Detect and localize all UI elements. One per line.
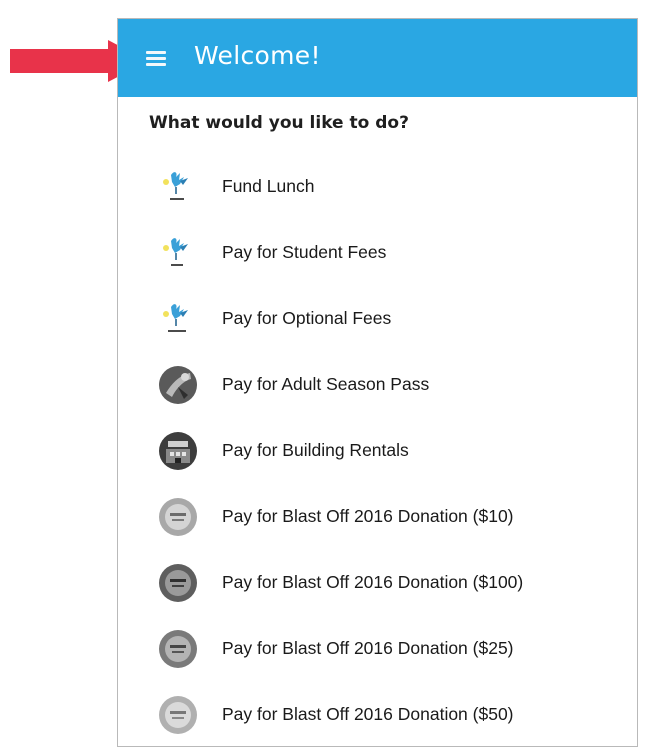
list-item-student-fees[interactable]: Pay for Student Fees (118, 220, 637, 286)
list-item-donation-10[interactable]: Pay for Blast Off 2016 Donation ($10) (118, 484, 637, 550)
list-item-building-rentals[interactable]: Pay for Building Rentals (118, 418, 637, 484)
list-item-donation-100[interactable]: Pay for Blast Off 2016 Donation ($100) (118, 550, 637, 616)
photo-avatar (159, 366, 197, 404)
list-item-label: Pay for Optional Fees (222, 308, 392, 328)
page-title: Welcome! (194, 41, 321, 70)
list-item-optional-fees[interactable]: Pay for Optional Fees (118, 286, 637, 352)
list-item-label: Pay for Blast Off 2016 Donation ($25) (222, 638, 514, 658)
list-item-fund-lunch[interactable]: Fund Lunch (118, 154, 637, 220)
list-item-label: Pay for Blast Off 2016 Donation ($10) (222, 506, 514, 526)
list-item-label: Fund Lunch (222, 176, 315, 196)
list-item-label: Pay for Adult Season Pass (222, 374, 430, 394)
app-panel: Welcome! What would you like to do? Fund… (117, 18, 638, 747)
school-logo-icon (163, 304, 188, 332)
photo-avatar (159, 630, 197, 668)
options-list: Fund Lunch Pay for Student Fees Pay for (118, 154, 637, 746)
list-item-label: Pay for Blast Off 2016 Donation ($50) (222, 704, 514, 724)
list-item-donation-50[interactable]: Pay for Blast Off 2016 Donation ($50) (118, 682, 637, 746)
school-logo-icon (163, 238, 188, 266)
list-item-label: Pay for Building Rentals (222, 440, 409, 460)
list-item-adult-season-pass[interactable]: Pay for Adult Season Pass (118, 352, 637, 418)
photo-avatar (159, 696, 197, 734)
list-item-label: Pay for Blast Off 2016 Donation ($100) (222, 572, 524, 592)
hamburger-menu-icon[interactable] (146, 51, 166, 66)
photo-avatar (159, 564, 197, 602)
list-item-label: Pay for Student Fees (222, 242, 387, 262)
photo-avatar (159, 498, 197, 536)
prompt-heading: What would you like to do? (149, 113, 409, 133)
school-logo-icon (163, 172, 188, 200)
list-item-donation-25[interactable]: Pay for Blast Off 2016 Donation ($25) (118, 616, 637, 682)
app-header: Welcome! (118, 19, 637, 97)
photo-avatar (159, 432, 197, 470)
